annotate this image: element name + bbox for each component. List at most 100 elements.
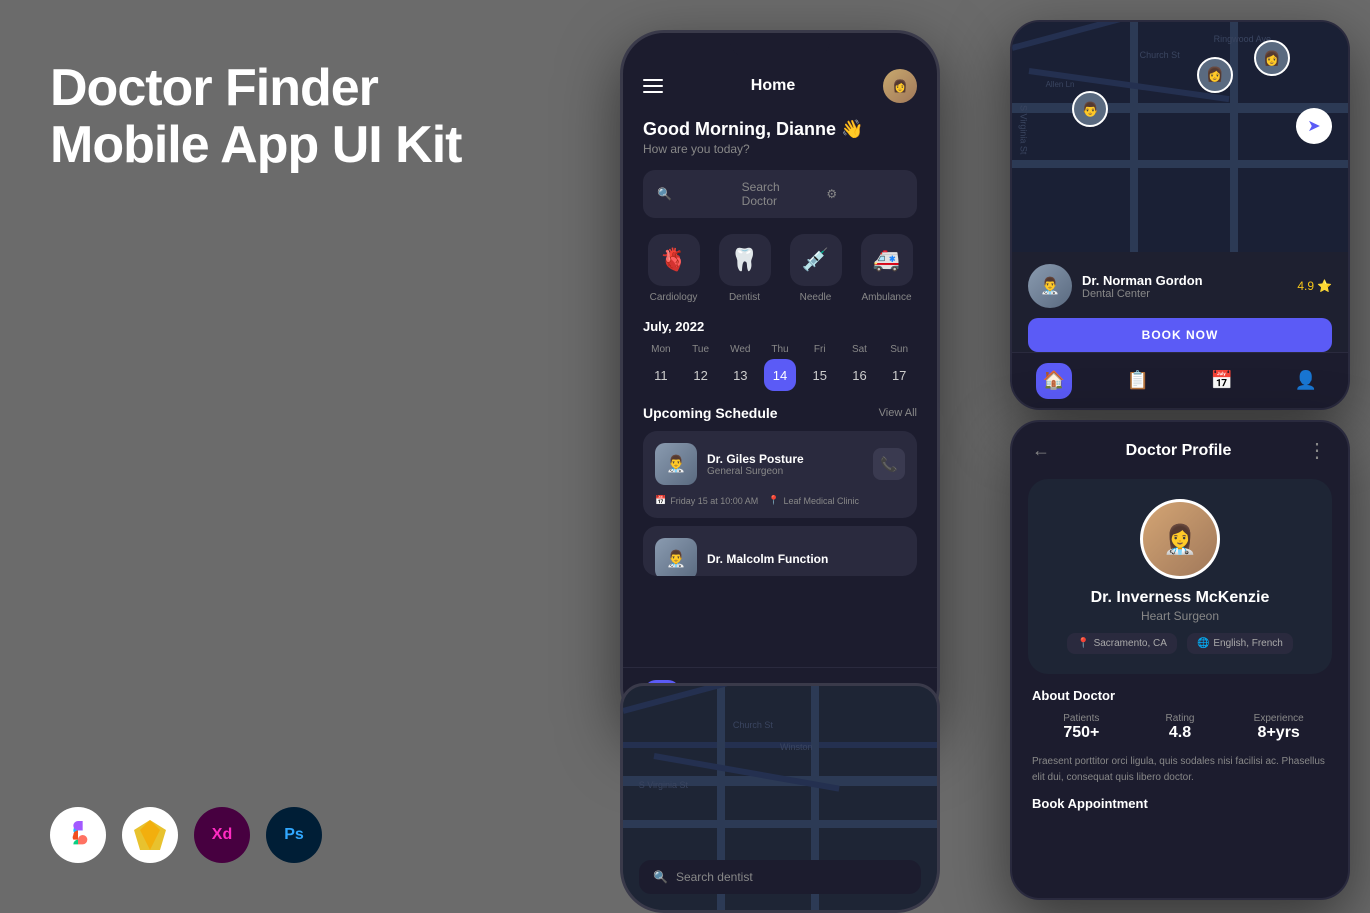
map-search-bar[interactable]: 🔍 Search dentist [639,860,921,894]
map-search-icon: 🔍 [653,870,668,884]
doctor-avatar-2: 👨‍⚕️ [655,538,697,576]
map-street-allen: Allen Ln [1046,80,1075,89]
tool-icons: Xd Ps [50,807,322,863]
patients-label: Patients [1032,713,1131,724]
compass-button[interactable]: ➤ [1296,108,1332,144]
category-needle[interactable]: 💉 Needle [785,234,846,303]
needle-icon-box: 💉 [790,234,842,286]
day-sat[interactable]: Sat 16 [842,344,878,391]
calendar-month: July, 2022 [643,319,917,334]
book-appointment-heading: Book Appointment [1032,796,1328,811]
doctor-name-1: Dr. Giles Posture [707,452,804,466]
calendar-section: July, 2022 Mon 11 Tue 12 Wed 13 Thu 14 [643,319,917,391]
day-name-wed: Wed [730,344,750,355]
day-sun[interactable]: Sun 17 [881,344,917,391]
back-button[interactable]: ← [1032,440,1050,461]
schedule-header: Upcoming Schedule View All [643,405,917,421]
day-num-16: 16 [843,359,875,391]
menu-icon[interactable] [643,79,663,93]
home-title: Home [751,77,795,95]
rating-value: 4.9 [1297,279,1314,293]
phone-mockup-map: Church St S Virginia St Winston 🔍 Search… [620,683,940,913]
ambulance-label: Ambulance [861,292,911,303]
more-options-button[interactable]: ⋮ [1307,438,1328,463]
dentist-icon-box: 🦷 [719,234,771,286]
location-pin-icon: 📍 [1077,638,1089,649]
day-num-12: 12 [685,359,717,391]
day-num-17: 17 [883,359,915,391]
category-cardiology[interactable]: 🫀 Cardiology [643,234,704,303]
appt-date-1: Friday 15 at 10:00 AM [670,496,758,506]
right-panel-profile: ← Doctor Profile ⋮ 👩‍⚕️ Dr. Inverness Mc… [1010,420,1350,900]
map-doctor-info: Dr. Norman Gordon Dental Center [1082,273,1203,300]
day-num-15: 15 [804,359,836,391]
doctor-info-1: 👨‍⚕️ Dr. Giles Posture General Surgeon [655,443,804,485]
doctor-map-card: 👨‍⚕️ Dr. Norman Gordon Dental Center 4.9… [1012,252,1348,364]
language-tag: 🌐 English, French [1187,633,1293,654]
day-tue[interactable]: Tue 12 [683,344,719,391]
needle-label: Needle [800,292,832,303]
day-name-tue: Tue [692,344,709,355]
book-now-button[interactable]: BOOK NOW [1028,318,1332,352]
rating-value-profile: 4.8 [1131,724,1230,742]
stat-rating: Rating 4.8 [1131,713,1230,742]
greeting-section: Good Morning, Dianne 👋 How are you today… [643,115,917,170]
user-avatar[interactable]: 👩 [883,69,917,103]
day-name-sun: Sun [890,344,908,355]
schedule-date-1: 📅 Friday 15 at 10:00 AM [655,495,758,506]
doctor-details-1: Dr. Giles Posture General Surgeon [707,452,804,477]
title-area: Doctor Finder Mobile App UI Kit [50,60,470,174]
day-wed[interactable]: Wed 13 [722,344,758,391]
map-doctor-row: 👨‍⚕️ Dr. Norman Gordon Dental Center 4.9… [1028,264,1332,308]
app-title: Doctor Finder Mobile App UI Kit [50,60,470,174]
profile-title: Doctor Profile [1126,442,1232,460]
map-bottom-nav: 🏠 📋 📅 👤 [1012,352,1348,408]
about-heading: About Doctor [1032,688,1328,703]
ambulance-icon-box: 🚑 [861,234,913,286]
category-ambulance[interactable]: 🚑 Ambulance [856,234,917,303]
stat-experience: Experience 8+yrs [1229,713,1328,742]
sketch-icon [122,807,178,863]
greeting-subtitle: How are you today? [643,142,917,156]
ps-icon: Ps [266,807,322,863]
schedule-title: Upcoming Schedule [643,405,778,421]
phone-notch [730,33,830,57]
map-pin-1[interactable]: 👩 [1197,57,1233,93]
map-street-virginia: S Virginia St [1019,105,1029,154]
day-mon[interactable]: Mon 11 [643,344,679,391]
day-name-mon: Mon [651,344,670,355]
day-thu[interactable]: Thu 14 [762,344,798,391]
map-nav-clipboard[interactable]: 📋 [1120,363,1156,399]
call-button-1[interactable]: 📞 [873,448,905,480]
doctor-avatar-1: 👨‍⚕️ [655,443,697,485]
doctor-name-2: Dr. Malcolm Function [707,552,828,566]
cardiology-icon-box: 🫀 [648,234,700,286]
greeting-name: Good Morning, Dianne 👋 [643,119,917,140]
profile-avatar: 👩‍⚕️ [1140,499,1220,579]
day-fri[interactable]: Fri 15 [802,344,838,391]
card-top-1: 👨‍⚕️ Dr. Giles Posture General Surgeon 📞 [655,443,905,485]
map-label-street2: S Virginia St [639,780,688,790]
map-nav-profile[interactable]: 👤 [1288,363,1324,399]
map-street-church: Church St [1140,50,1180,60]
stats-row: Patients 750+ Rating 4.8 Experience 8+yr… [1032,713,1328,742]
profile-doctor-name: Dr. Inverness McKenzie [1091,589,1270,607]
day-name-sat: Sat [852,344,867,355]
view-all-link[interactable]: View All [879,407,917,419]
dentist-label: Dentist [729,292,760,303]
search-icon: 🔍 [657,187,734,201]
profile-hero: 👩‍⚕️ Dr. Inverness McKenzie Heart Surgeo… [1028,479,1332,674]
category-dentist[interactable]: 🦷 Dentist [714,234,775,303]
map-nav-calendar[interactable]: 📅 [1204,363,1240,399]
doctor-location: Sacramento, CA [1094,638,1167,649]
map-nav-home[interactable]: 🏠 [1036,363,1072,399]
categories-row: 🫀 Cardiology 🦷 Dentist 💉 Needle 🚑 Ambula… [643,234,917,303]
map-label-street1: Church St [733,720,773,730]
doctor-details-2: Dr. Malcolm Function [707,552,828,566]
stat-patients: Patients 750+ [1032,713,1131,742]
search-bar[interactable]: 🔍 Search Doctor ⚙ [643,170,917,218]
map-doctor-name: Dr. Norman Gordon [1082,273,1203,288]
card-top-2: 👨‍⚕️ Dr. Malcolm Function [655,538,905,576]
phone-mockup-home: Home 👩 Good Morning, Dianne 👋 How are yo… [620,30,940,730]
appt-location-1: Leaf Medical Clinic [784,496,860,506]
